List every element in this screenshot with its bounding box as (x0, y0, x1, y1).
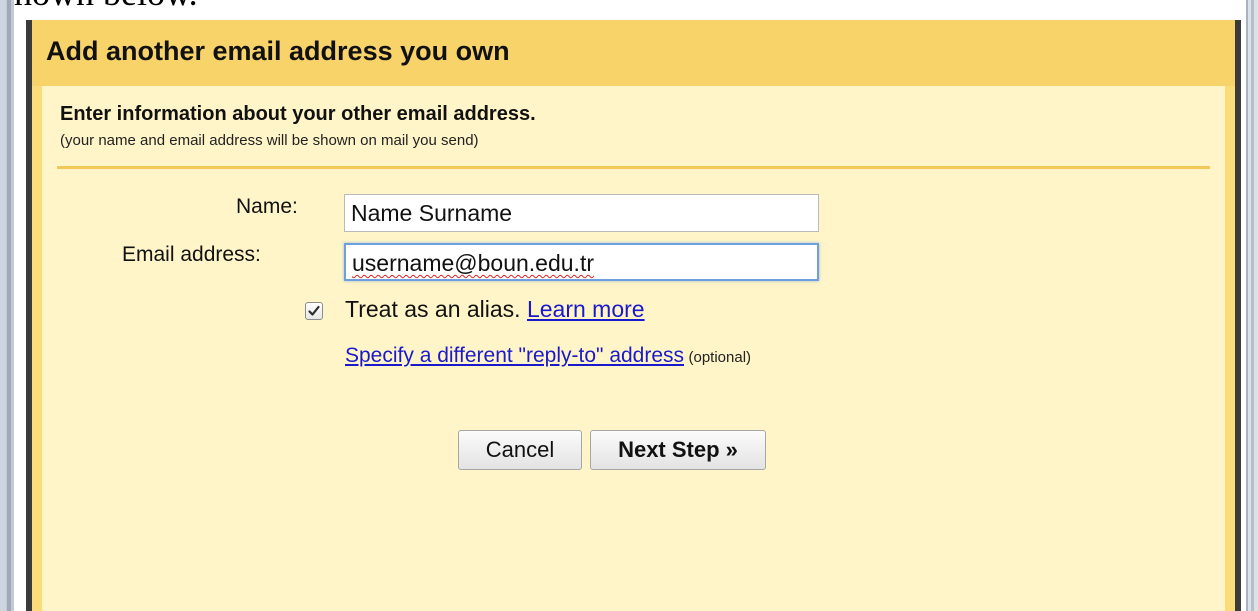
name-input-value: Name Surname (351, 200, 513, 226)
background-caption: shown below. (0, 0, 198, 13)
dialog-title: Add another email address you own (46, 36, 510, 66)
right-frame-edge (1251, 0, 1254, 611)
divider (57, 166, 1210, 169)
alias-row: Treat as an alias. Learn more (345, 296, 645, 323)
alias-label: Treat as an alias. (345, 296, 521, 322)
left-window-frame (0, 0, 14, 611)
alias-checkbox[interactable] (305, 302, 323, 320)
cancel-button[interactable]: Cancel (458, 430, 582, 470)
replyto-link[interactable]: Specify a different "reply-to" address (345, 344, 684, 367)
dialog-body: Enter information about your other email… (42, 86, 1225, 611)
learn-more-link[interactable]: Learn more (527, 296, 645, 322)
email-label: Email address: (122, 243, 261, 266)
screenshot: shown below. Add another email address y… (0, 0, 1258, 611)
form-subheading: (your name and email address will be sho… (60, 132, 479, 149)
name-label: Name: (236, 195, 298, 218)
replyto-row: Specify a different "reply-to" address (… (345, 344, 751, 368)
email-input[interactable]: username@boun.edu.tr (344, 243, 819, 281)
optional-note: (optional) (688, 349, 752, 366)
name-input[interactable]: Name Surname (344, 194, 819, 232)
left-frame-edge (7, 0, 11, 611)
form-heading: Enter information about your other email… (60, 103, 536, 125)
checkmark-icon (308, 305, 320, 316)
dialog-titlebar: Add another email address you own (32, 20, 1235, 86)
add-email-dialog: Add another email address you own Enter … (26, 20, 1241, 611)
next-step-button[interactable]: Next Step » (590, 430, 766, 470)
email-input-value: username@boun.edu.tr (352, 250, 594, 276)
right-window-frame (1246, 0, 1258, 611)
